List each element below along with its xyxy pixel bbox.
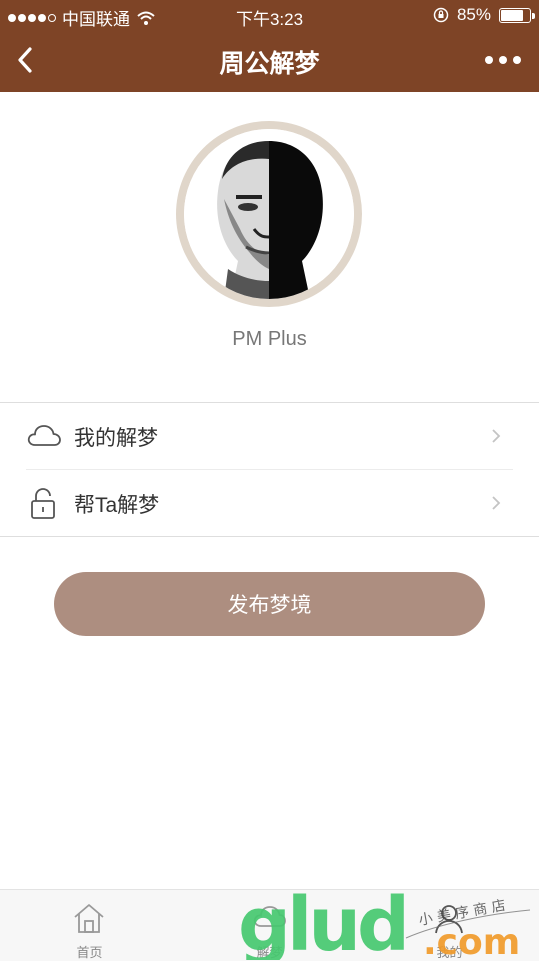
publish-dream-button[interactable]: 发布梦境 [54, 572, 485, 636]
cloud-icon [27, 425, 61, 446]
header-bar: 中国联通 下午3:23 85% 周公解梦 [0, 0, 539, 92]
menu-item-my-dreams[interactable]: 我的解梦 [0, 403, 539, 470]
watermark-logo: glud .com 小 美 序 商 店 [238, 882, 531, 965]
battery-percent: 85% [456, 5, 491, 24]
more-dots-icon[interactable] [483, 50, 523, 70]
avatar[interactable] [176, 121, 362, 307]
tab-label: 首页 [76, 945, 103, 960]
page-title: 周公解梦 [219, 50, 320, 78]
chevron-right-icon [492, 496, 501, 510]
battery-icon [499, 7, 535, 23]
battery-level [501, 9, 523, 21]
chevron-right-icon [492, 429, 501, 443]
watermark: glud .com 小 美 序 商 店 [238, 882, 539, 965]
menu-item-label: 我的解梦 [74, 427, 158, 450]
home-icon [74, 904, 104, 933]
menu-item-help-dreams[interactable]: 帮Ta解梦 [0, 470, 539, 536]
nav-bar: 周公解梦 [0, 30, 539, 92]
avatar-image [184, 129, 354, 299]
orientation-lock-icon [433, 7, 449, 23]
battery-tip [532, 12, 535, 19]
svg-text:glud: glud [238, 888, 406, 960]
status-bar: 中国联通 下午3:23 85% [0, 0, 539, 30]
unlock-icon [31, 488, 55, 519]
tab-home[interactable]: 首页 [0, 890, 179, 961]
svg-text:.com: .com [423, 922, 520, 960]
status-right: 85% [433, 5, 535, 25]
menu-item-label: 帮Ta解梦 [74, 494, 160, 517]
portrait-image [184, 129, 354, 299]
profile-name: PM Plus [232, 328, 307, 350]
menu-list: 我的解梦 帮Ta解梦 [0, 402, 539, 537]
